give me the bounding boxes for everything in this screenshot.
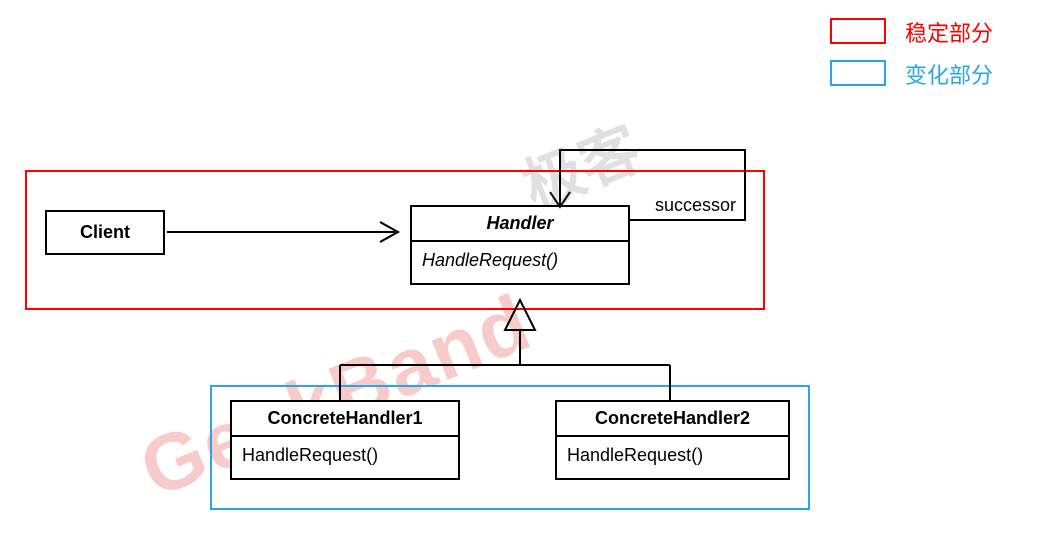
class-concrete1-name: ConcreteHandler1 <box>230 400 460 435</box>
class-client: Client <box>45 210 165 255</box>
class-concrete-handler-2: ConcreteHandler2 HandleRequest() <box>555 400 790 480</box>
diagram-stage: GeekBand 极客 稳定部分 变化部分 Client Handler Han… <box>0 0 1040 540</box>
class-handler: Handler HandleRequest() <box>410 205 630 285</box>
class-concrete1-op: HandleRequest() <box>230 435 460 480</box>
legend-label-variable: 变化部分 <box>905 58 993 90</box>
association-successor-label: successor <box>655 195 736 216</box>
class-concrete-handler-1: ConcreteHandler1 HandleRequest() <box>230 400 460 480</box>
legend-swatch-variable <box>830 60 886 86</box>
class-concrete2-name: ConcreteHandler2 <box>555 400 790 435</box>
class-handler-op: HandleRequest() <box>410 240 630 285</box>
legend-label-stable: 稳定部分 <box>905 16 993 48</box>
class-handler-name: Handler <box>410 205 630 240</box>
class-concrete2-op: HandleRequest() <box>555 435 790 480</box>
legend-swatch-stable <box>830 18 886 44</box>
